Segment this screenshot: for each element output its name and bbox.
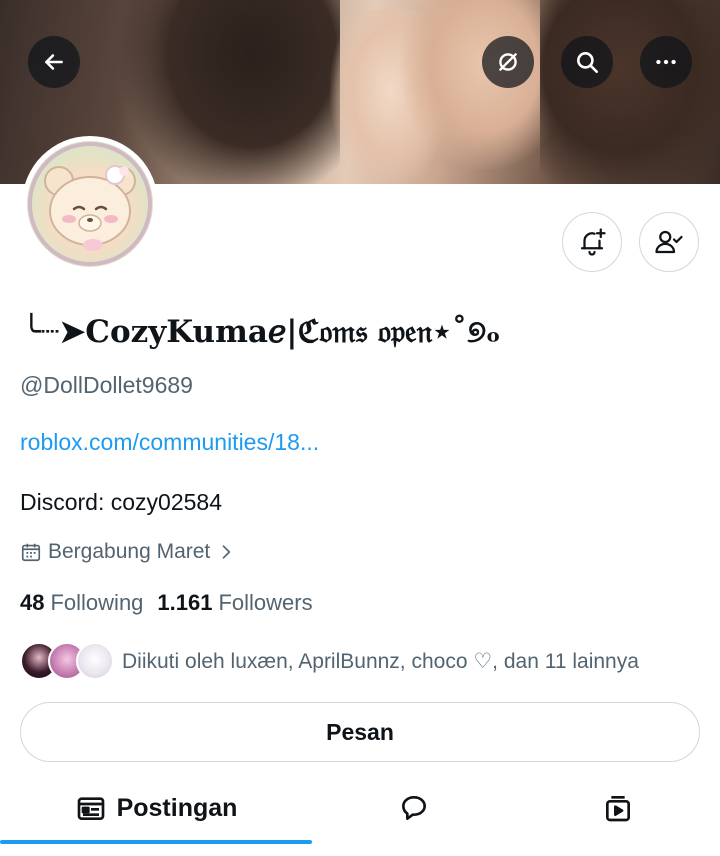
chevron-right-icon: [222, 545, 231, 559]
followed-by-text: Diikuti oleh luxæn, AprilBunnz, choco ♡,…: [122, 649, 639, 673]
avatar-image: [27, 141, 153, 267]
following-link[interactable]: 48 Following: [20, 590, 143, 616]
more-button[interactable]: [640, 36, 692, 88]
grok-button[interactable]: [482, 36, 534, 88]
search-icon: [577, 52, 599, 74]
following-button[interactable]: [639, 212, 699, 272]
followers-label: Followers: [218, 590, 313, 615]
posts-icon: [77, 797, 104, 820]
calendar-icon: [21, 543, 41, 562]
following-label: Following: [50, 590, 144, 615]
joined-label: Bergabung Maret: [48, 540, 211, 563]
profile-avatar[interactable]: [22, 136, 158, 272]
speech-bubble-icon: [402, 796, 426, 820]
video-icon: [606, 796, 630, 822]
tab-posts-label: Postingan: [116, 793, 238, 822]
banner-image-detail: [120, 0, 340, 184]
following-count: 48: [20, 590, 45, 615]
notifications-button[interactable]: [562, 212, 622, 272]
bio-link[interactable]: roblox.com/communities/18...: [20, 429, 319, 456]
bio-text: Discord: cozy02584: [20, 489, 222, 515]
joined-date[interactable]: Bergabung Maret: [20, 540, 236, 564]
follow-stats: 48 Following 1.161 Followers: [20, 590, 313, 616]
profile-tabs: Postingan: [0, 770, 720, 856]
follower-avatars: [20, 642, 116, 680]
followers-count: 1.161: [157, 590, 213, 615]
bell-plus-icon: [580, 228, 606, 256]
profile-handle: @DollDollet9689: [20, 372, 193, 398]
more-horizontal-icon: [656, 59, 676, 65]
active-tab-indicator: [0, 840, 312, 844]
followed-by[interactable]: Diikuti oleh luxæn, AprilBunnz, choco ♡,…: [20, 642, 639, 680]
bear-illustration: [28, 142, 152, 266]
arrow-left-icon: [45, 54, 63, 70]
grok-icon: [499, 53, 517, 71]
tab-posts[interactable]: Postingan: [0, 770, 312, 846]
banner-image-detail: [540, 0, 720, 184]
person-check-icon: [655, 230, 683, 254]
search-button[interactable]: [561, 36, 613, 88]
tab-replies[interactable]: [312, 770, 516, 846]
followers-link[interactable]: 1.161 Followers: [157, 590, 312, 616]
follower-avatar: [76, 642, 114, 680]
message-button[interactable]: Pesan: [20, 702, 700, 762]
tab-media[interactable]: [516, 770, 720, 846]
display-name: ╰┈➤CozyKumaℯ|ℭ𝔬𝔪𝔰 𝔬𝔭𝔢𝔫⋆˚୭ₒ: [22, 314, 501, 350]
back-button[interactable]: [28, 36, 80, 88]
